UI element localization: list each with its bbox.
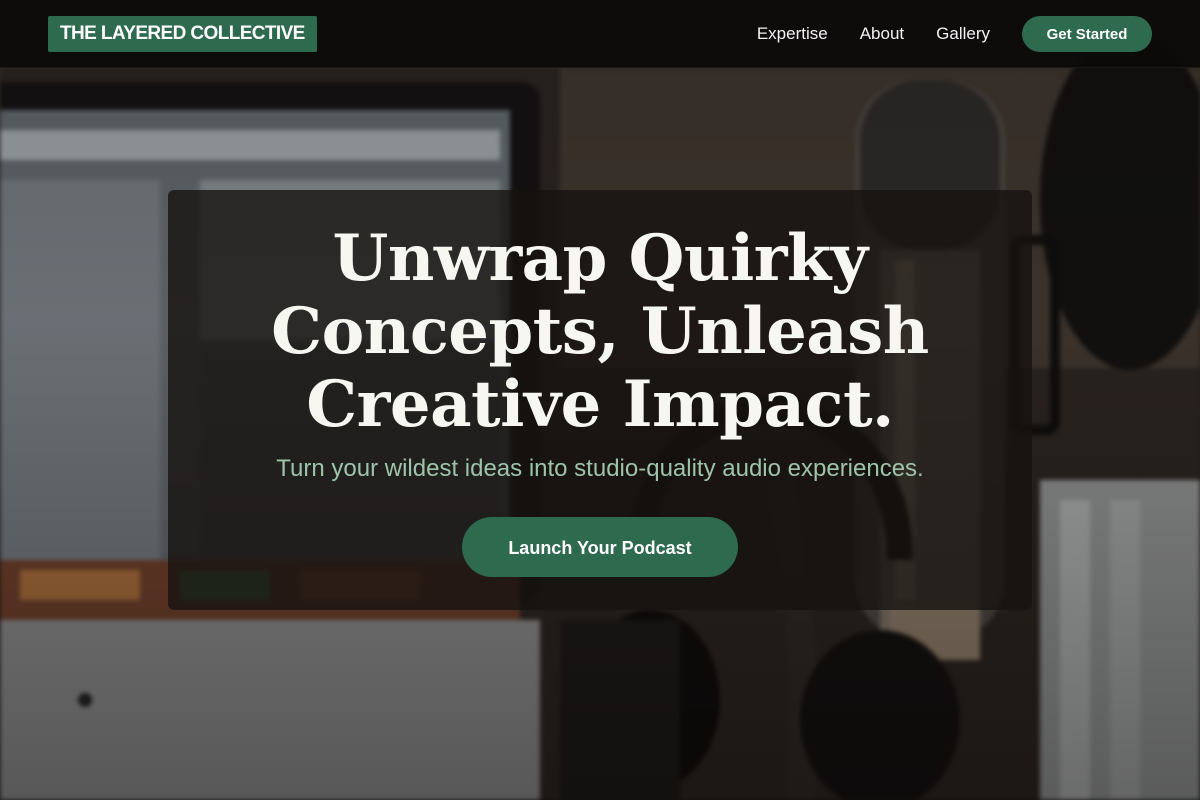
landing-page: THE LAYERED COLLECTIVE Expertise About G… — [0, 0, 1200, 800]
site-logo[interactable]: THE LAYERED COLLECTIVE — [48, 16, 317, 52]
hero-title-line-2: Concepts, Unleash — [271, 294, 929, 369]
hero-title: Unwrap Quirky Concepts, Unleash Creative… — [168, 190, 1032, 441]
nav-link-gallery[interactable]: Gallery — [936, 24, 990, 44]
site-header: THE LAYERED COLLECTIVE Expertise About G… — [0, 0, 1200, 68]
hero-title-line-3: Creative Impact. — [306, 367, 894, 442]
nav-link-expertise[interactable]: Expertise — [757, 24, 828, 44]
hero-card: Unwrap Quirky Concepts, Unleash Creative… — [168, 190, 1032, 610]
main-nav: Expertise About Gallery Get Started — [757, 0, 1152, 68]
get-started-button[interactable]: Get Started — [1022, 16, 1152, 52]
hero-title-line-1: Unwrap Quirky — [332, 221, 869, 296]
nav-link-about[interactable]: About — [860, 24, 904, 44]
hero-subtitle: Turn your wildest ideas into studio-qual… — [276, 455, 924, 482]
launch-podcast-button[interactable]: Launch Your Podcast — [462, 517, 738, 577]
